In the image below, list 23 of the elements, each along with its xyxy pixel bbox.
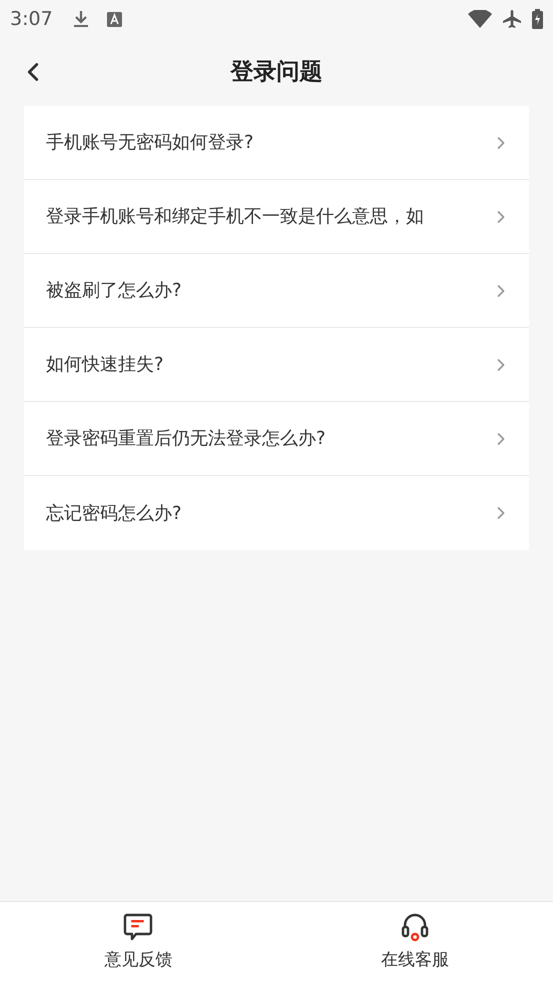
question-item[interactable]: 忘记密码怎么办? [24, 476, 529, 550]
download-icon [72, 10, 89, 28]
question-text: 手机账号无密码如何登录? [46, 131, 255, 155]
question-text: 如何快速挂失? [46, 353, 165, 377]
question-item[interactable]: 登录手机账号和绑定手机不一致是什么意思，如 [24, 180, 529, 254]
airplane-icon [502, 9, 522, 29]
question-text: 登录手机账号和绑定手机不一致是什么意思，如 [46, 205, 425, 229]
question-text: 忘记密码怎么办? [46, 502, 183, 526]
headset-icon [400, 912, 430, 942]
question-text: 被盗刷了怎么办? [46, 279, 183, 303]
question-item[interactable]: 被盗刷了怎么办? [24, 254, 529, 328]
page-title: 登录问题 [230, 58, 322, 87]
wifi-icon [468, 10, 492, 28]
question-text: 登录密码重置后仍无法登录怎么办? [46, 427, 327, 451]
question-item[interactable]: 登录密码重置后仍无法登录怎么办? [24, 402, 529, 476]
bottom-tab[interactable]: 意见反馈 [0, 902, 276, 984]
bottom-tab[interactable]: 在线客服 [276, 902, 553, 984]
keyboard-icon [106, 12, 122, 26]
question-item[interactable]: 如何快速挂失? [24, 328, 529, 402]
message-icon [123, 912, 154, 942]
question-item[interactable]: 手机账号无密码如何登录? [24, 106, 529, 180]
battery-icon [532, 9, 543, 29]
status-time: 3:07 [10, 6, 53, 32]
